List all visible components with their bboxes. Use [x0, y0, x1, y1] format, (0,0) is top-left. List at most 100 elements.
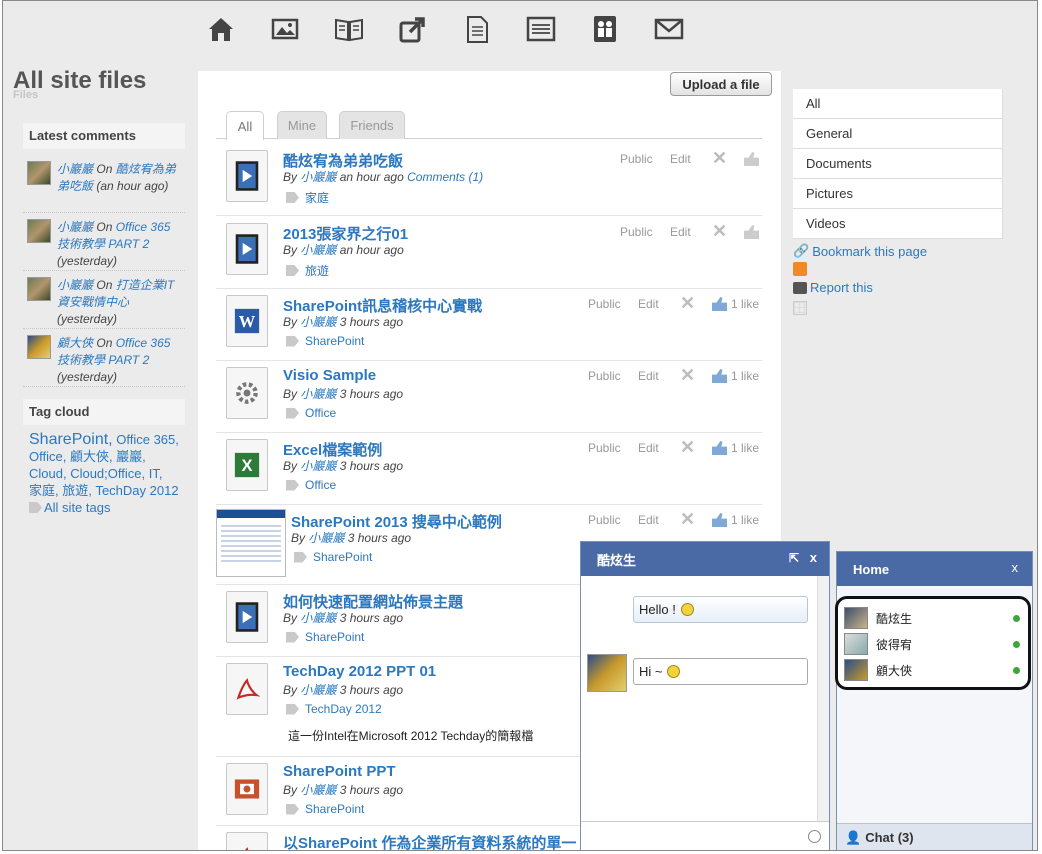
file-owner-link[interactable]: 小巖巖 [300, 387, 336, 401]
file-type-icon[interactable] [226, 763, 268, 815]
tag-cloud[interactable]: SharePoint, Office 365, Office, 顧大俠, 巖巖,… [23, 425, 185, 522]
file-title-link[interactable]: SharePoint PPT [283, 763, 396, 780]
image-icon[interactable] [268, 13, 302, 45]
rss-link[interactable] [793, 262, 807, 276]
avatar[interactable] [27, 219, 51, 243]
file-thumbnail[interactable] [216, 509, 286, 577]
like-button[interactable]: 1 like [712, 369, 759, 383]
document-icon[interactable] [460, 13, 494, 45]
file-tag[interactable]: Office [286, 406, 336, 420]
file-tag[interactable]: 旅遊 [286, 262, 329, 279]
file-tag[interactable]: SharePoint [294, 550, 372, 564]
delete-icon[interactable]: ✕ [680, 509, 695, 530]
like-button[interactable] [744, 225, 759, 239]
file-owner-link[interactable]: 小巖巖 [300, 170, 336, 184]
file-owner-link[interactable]: 小巖巖 [300, 243, 336, 257]
visibility-status[interactable]: Public [588, 513, 621, 527]
file-tag[interactable]: SharePoint [286, 630, 364, 644]
file-owner-link[interactable]: 小巖巖 [300, 611, 336, 625]
tag-sharepoint[interactable]: SharePoint, [29, 431, 113, 448]
file-type-icon[interactable] [226, 150, 268, 202]
file-category-nav: All General Documents Pictures Videos [793, 89, 1003, 239]
contact-item[interactable]: 彼得宥 [838, 631, 1028, 657]
visibility-status[interactable]: Public [588, 441, 621, 455]
file-tag[interactable]: 家庭 [286, 189, 329, 206]
book-icon[interactable] [332, 13, 366, 45]
all-site-tags-link[interactable]: All site tags [44, 499, 110, 516]
like-button[interactable]: 1 like [712, 297, 759, 311]
tab-all[interactable]: All [226, 111, 264, 140]
edit-link[interactable]: Edit [670, 152, 691, 166]
chat-count-button[interactable]: 👤 Chat (3) [837, 823, 1032, 850]
visibility-status[interactable]: Public [588, 297, 621, 311]
like-button[interactable] [744, 152, 759, 166]
emoji-icon[interactable] [808, 830, 821, 843]
people-icon[interactable] [588, 13, 622, 45]
delete-icon[interactable]: ✕ [680, 293, 695, 314]
nav-videos[interactable]: Videos [793, 209, 1003, 239]
file-owner-link[interactable]: 小巖巖 [300, 459, 336, 473]
file-type-icon[interactable]: W [226, 295, 268, 347]
file-tag[interactable]: TechDay 2012 [286, 702, 382, 716]
file-type-icon[interactable] [226, 223, 268, 275]
edit-link[interactable]: Edit [638, 513, 659, 527]
file-owner-link[interactable]: 小巖巖 [300, 683, 336, 697]
nav-all[interactable]: All [793, 89, 1003, 119]
tab-friends[interactable]: Friends [339, 111, 405, 139]
edit-link[interactable]: Edit [638, 441, 659, 455]
avatar[interactable] [27, 277, 51, 301]
file-type-icon[interactable] [226, 367, 268, 419]
tab-mine[interactable]: Mine [277, 111, 327, 139]
edit-link[interactable]: Edit [670, 225, 691, 239]
delete-icon[interactable]: ✕ [712, 221, 727, 242]
edit-link[interactable]: Edit [638, 297, 659, 311]
nav-general[interactable]: General [793, 119, 1003, 149]
avatar[interactable] [27, 335, 51, 359]
delete-icon[interactable]: ✕ [680, 365, 695, 386]
like-button[interactable]: 1 like [712, 513, 759, 527]
mail-icon[interactable] [652, 13, 686, 45]
visibility-status[interactable]: Public [620, 225, 653, 239]
file-title-link[interactable]: TechDay 2012 PPT 01 [283, 663, 436, 680]
nav-documents[interactable]: Documents [793, 149, 1003, 179]
file-tag[interactable]: SharePoint [286, 334, 364, 348]
contact-item[interactable]: 顧大俠 [838, 657, 1028, 683]
nav-pictures[interactable]: Pictures [793, 179, 1003, 209]
like-button[interactable]: 1 like [712, 441, 759, 455]
file-owner-link[interactable]: 小巖巖 [300, 315, 336, 329]
visibility-status[interactable]: Public [620, 152, 653, 166]
popout-icon[interactable]: ⇱ [789, 551, 799, 565]
file-owner-link[interactable]: 小巖巖 [300, 783, 336, 797]
file-type-icon[interactable]: X [226, 439, 268, 491]
share-icon[interactable] [396, 13, 430, 45]
close-icon[interactable]: x [1012, 560, 1019, 575]
visibility-status[interactable]: Public [588, 369, 621, 383]
edit-link[interactable]: Edit [638, 369, 659, 383]
delete-icon[interactable]: ✕ [712, 148, 727, 169]
file-title-link[interactable]: 以SharePoint 作為企業所有資料系統的單一 [283, 832, 576, 850]
bookmark-link[interactable]: 🔗 Bookmark this page [793, 243, 927, 259]
file-owner-link[interactable]: 小巖巖 [308, 531, 344, 545]
report-link[interactable]: Report this [793, 280, 873, 295]
home-icon[interactable] [204, 13, 238, 45]
avatar[interactable] [27, 161, 51, 185]
grid-icon[interactable] [793, 301, 807, 315]
comment-user-link[interactable]: 小巖巖 [57, 162, 93, 176]
list-icon[interactable] [524, 13, 558, 45]
delete-icon[interactable]: ✕ [680, 437, 695, 458]
file-title-link[interactable]: Visio Sample [283, 367, 376, 384]
chat-input[interactable] [581, 821, 829, 850]
file-tag[interactable]: SharePoint [286, 802, 364, 816]
comment-user-link[interactable]: 顧大俠 [57, 336, 93, 350]
file-type-icon[interactable] [226, 591, 268, 643]
comment-user-link[interactable]: 小巖巖 [57, 278, 93, 292]
close-icon[interactable]: x [810, 550, 817, 565]
file-type-icon[interactable] [226, 663, 268, 715]
comments-link[interactable]: Comments (1) [407, 170, 483, 184]
contact-item[interactable]: 酷炫生 [838, 605, 1028, 631]
chat-scrollbar[interactable] [817, 576, 829, 821]
file-type-icon[interactable] [226, 832, 268, 850]
comment-user-link[interactable]: 小巖巖 [57, 220, 93, 234]
upload-file-button[interactable]: Upload a file [670, 72, 772, 96]
file-tag[interactable]: Office [286, 478, 336, 492]
